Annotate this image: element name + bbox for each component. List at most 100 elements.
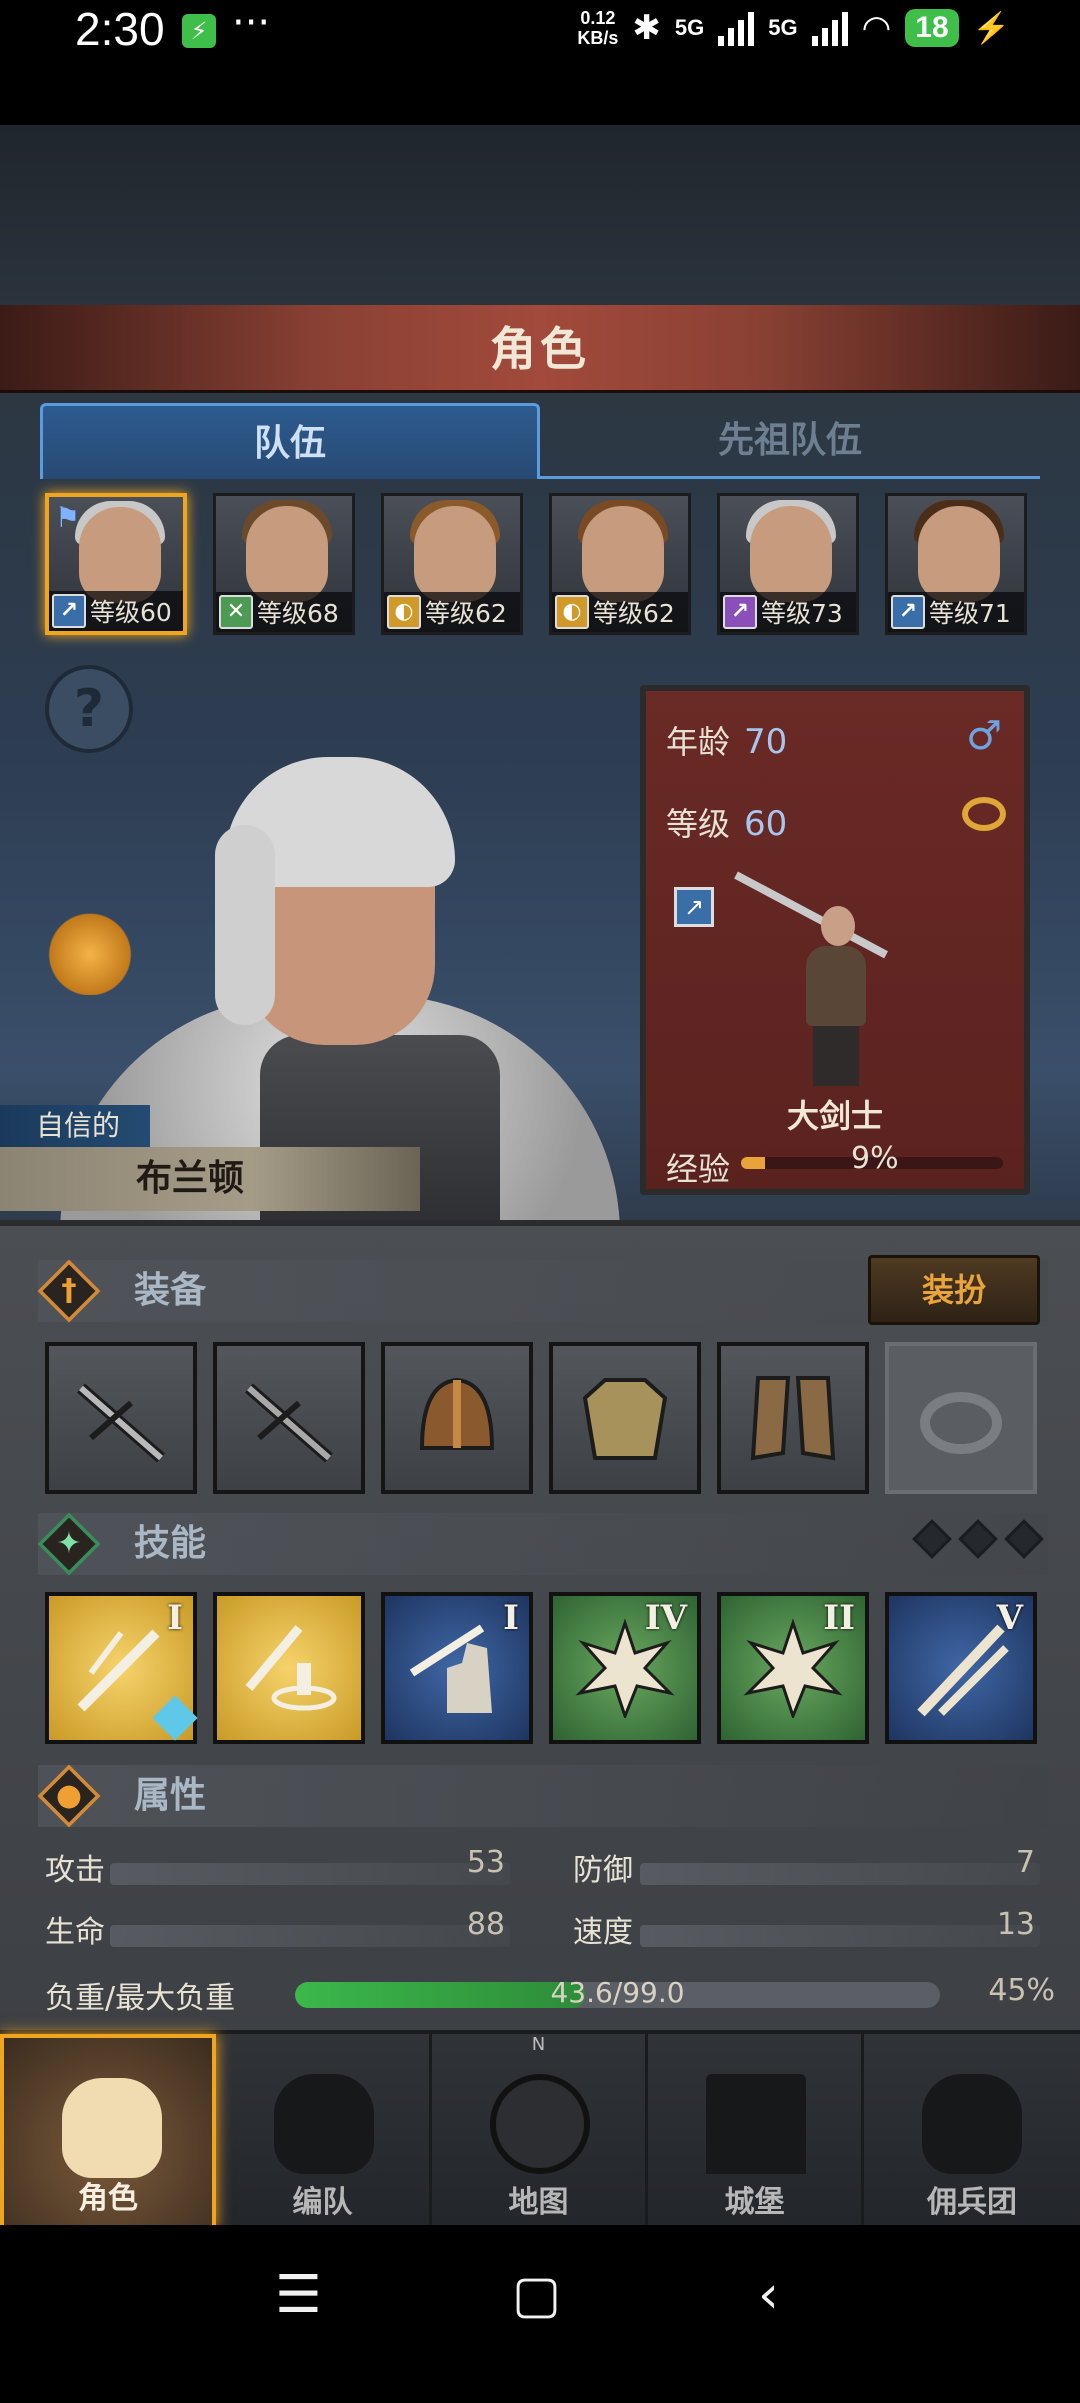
class-name: 大剑士: [786, 1097, 883, 1135]
roster-member-4[interactable]: ◐ 等级62: [549, 493, 691, 635]
skill-slot-5[interactable]: II: [717, 1592, 869, 1744]
roster-member-1[interactable]: ⚑ ↗ 等级60: [45, 493, 187, 635]
tab-ancestor-team[interactable]: 先祖队伍: [540, 403, 1040, 479]
greatsword-icon: ↗: [52, 594, 86, 628]
back-icon[interactable]: ‹: [758, 2265, 779, 2325]
helmet-banner-icon: [274, 2074, 374, 2174]
charging-icon: ⚡: [972, 11, 1010, 45]
age-row: 年龄 70: [666, 722, 788, 762]
team-tabs: 队伍 先祖队伍: [40, 403, 1040, 479]
skill-rank: II: [823, 1598, 855, 1638]
class-figure: [791, 906, 881, 1086]
nav-mercenary[interactable]: 佣兵团: [864, 2034, 1080, 2229]
exp-percent: 9%: [851, 1141, 899, 1176]
skill-point-diamond: [958, 1519, 998, 1559]
sword-strike-icon: [77, 1629, 160, 1712]
character-info-panel: 年龄 70 ♂ 等级 60 ↗ 大剑士 经验 9%: [640, 685, 1030, 1195]
signal-bars-icon-2: [811, 10, 848, 46]
compass-north: N: [531, 2034, 546, 2055]
skill-slots: I I IV II V: [45, 1592, 1045, 1744]
roster-member-6[interactable]: ↗ 等级71: [885, 493, 1027, 635]
nav-map[interactable]: N 地图: [432, 2034, 648, 2229]
roster-member-5[interactable]: ↗ 等级73: [717, 493, 859, 635]
team-roster: ⚑ ↗ 等级60 ✕ 等级68 ◐ 等级62 ◐ 等级62 ↗ 等级73 ↗ 等…: [45, 493, 1045, 635]
speed-value: 13: [996, 1907, 1035, 1942]
network-speed: 0.12 KB/s: [577, 8, 619, 48]
mercenary-fist-icon: [922, 2074, 1022, 2174]
sword-icon: [245, 1383, 333, 1463]
help-button[interactable]: ?: [45, 665, 133, 753]
system-navigation-bar: ☰ ▢ ‹: [0, 2225, 1080, 2403]
boots-slot[interactable]: [717, 1342, 869, 1494]
nav-castle[interactable]: 城堡: [648, 2034, 864, 2229]
grab-blade-icon: [409, 1624, 492, 1713]
aura-sword-icon: [245, 1625, 337, 1711]
boots-icon: [750, 1376, 836, 1461]
signal-bars-icon-1: [718, 10, 755, 46]
more-notifications-icon: ···: [232, 0, 271, 46]
member-level: 等级62: [593, 599, 675, 628]
cross-icon: †: [61, 1273, 77, 1308]
bottom-nav: 角色 编队 N 地图 城堡 佣兵团: [0, 2030, 1080, 2229]
armor-slot[interactable]: [549, 1342, 701, 1494]
nav-formation[interactable]: 编队: [216, 2034, 432, 2229]
member-level: 等级62: [425, 599, 507, 628]
exp-label: 经验: [666, 1150, 731, 1188]
defense-value: 7: [1015, 1845, 1035, 1880]
skill-slot-2[interactable]: [213, 1592, 365, 1744]
skill-slot-3[interactable]: I: [381, 1592, 533, 1744]
member-level: 等级60: [90, 598, 172, 627]
skill-rank: V: [996, 1598, 1023, 1638]
character-name[interactable]: 布兰顿: [0, 1147, 420, 1211]
home-icon[interactable]: ▢: [512, 2265, 561, 2325]
castle-icon: [706, 2074, 806, 2174]
status-bar: 2:30 ⚡ ··· 0.12 KB/s ✱ 5G 5G ◠ 18 ⚡: [0, 0, 1080, 125]
member-level: 等级68: [257, 599, 339, 628]
attack-label: 攻击: [45, 1853, 105, 1888]
nav-character[interactable]: 角色: [0, 2034, 216, 2229]
hp-value: 88: [466, 1907, 505, 1942]
male-gender-icon: ♂: [966, 713, 1002, 759]
level-value: 60: [744, 804, 788, 844]
roster-member-3[interactable]: ◐ 等级62: [381, 493, 523, 635]
skill-slot-6[interactable]: V: [885, 1592, 1037, 1744]
load-percent: 45%: [988, 1973, 1055, 2008]
page-title: 角色: [490, 322, 590, 376]
skill-rank: I: [503, 1598, 519, 1638]
skill-slot-1[interactable]: I: [45, 1592, 198, 1744]
greatsword-icon: ↗: [891, 595, 925, 629]
member-level: 等级73: [761, 599, 843, 628]
tab-team[interactable]: 队伍: [40, 403, 540, 479]
recent-apps-icon[interactable]: ☰: [275, 2265, 322, 2325]
shield-icon: ◐: [555, 595, 589, 629]
battery-indicator: 18: [905, 9, 959, 47]
outfit-button[interactable]: 装扮: [868, 1255, 1040, 1325]
ring-icon[interactable]: [962, 797, 1006, 831]
weapon-slot-1[interactable]: [45, 1342, 197, 1494]
title-banner: 角色: [0, 305, 1080, 393]
wifi-icon: ◠: [861, 9, 892, 47]
load-label: 负重/最大负重: [45, 1981, 236, 2016]
skills-header: ✦ 技能: [37, 1512, 1048, 1576]
sword-icon: [77, 1383, 165, 1463]
crossed-swords-icon: ✕: [219, 595, 253, 629]
skill-slot-indicators: [912, 1519, 1044, 1559]
load-value: 43.6/99.0: [550, 1976, 685, 2009]
ring-placeholder-icon: [920, 1392, 1002, 1454]
skill-slot-4[interactable]: IV: [549, 1592, 701, 1744]
roster-member-2[interactable]: ✕ 等级68: [213, 493, 355, 635]
ring-slot[interactable]: [885, 1342, 1037, 1494]
exp-fill: [741, 1157, 765, 1169]
person-icon: ●: [55, 1778, 83, 1813]
helmet-icon: [419, 1377, 495, 1450]
attributes-title: 属性: [134, 1775, 207, 1816]
skill-rank: IV: [644, 1598, 687, 1638]
equipment-slots: [45, 1342, 1045, 1494]
helmet-slot[interactable]: [381, 1342, 533, 1494]
age-value: 70: [744, 722, 788, 762]
weapon-slot-2[interactable]: [213, 1342, 365, 1494]
signal-5g-label-1: 5G: [674, 15, 705, 40]
greatsword-class-icon: ↗: [674, 887, 714, 927]
equipment-title: 装备: [134, 1270, 207, 1311]
speed-label: 速度: [573, 1915, 633, 1950]
